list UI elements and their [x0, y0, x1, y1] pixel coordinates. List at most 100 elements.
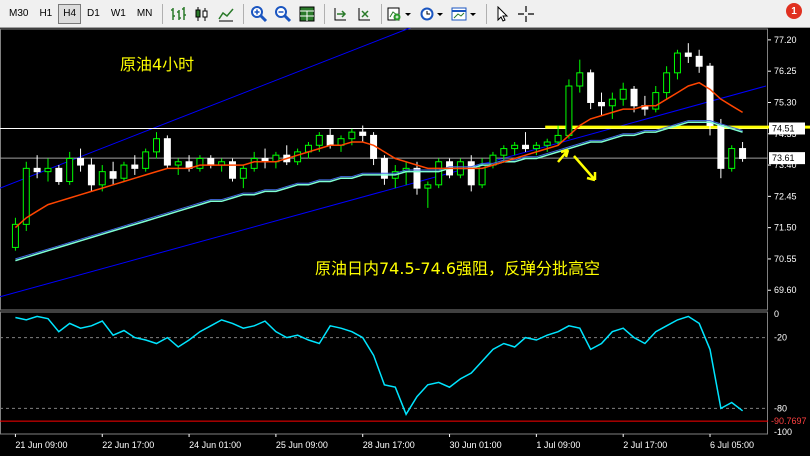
y-tick-label: 77.20 [774, 35, 797, 45]
oscillator-tick-label: -80 [774, 403, 787, 413]
candle-body [207, 157, 215, 166]
candle-body [619, 88, 627, 100]
toolbar: M30 H1 H4 D1 W1 MN 1 [0, 0, 810, 28]
candle-body [131, 164, 139, 169]
x-tick-label: 25 Jun 09:00 [276, 440, 328, 450]
candle-body [239, 167, 247, 179]
price-label: 74.51 [772, 123, 795, 133]
zoom-in-icon[interactable] [248, 3, 270, 25]
timeframe-w1[interactable]: W1 [106, 4, 131, 24]
y-tick-label: 69.60 [774, 285, 797, 295]
oscillator-tick-label: 0 [774, 309, 779, 319]
candle-body [554, 134, 562, 143]
arrow-down-icon [573, 155, 597, 182]
y-tick-label: 72.45 [774, 191, 797, 201]
candle-body [435, 161, 443, 186]
candle-body [511, 144, 519, 150]
cursor-icon[interactable] [491, 3, 513, 25]
candle-body [55, 167, 63, 183]
bar-chart-icon[interactable] [167, 3, 189, 25]
candle-body [706, 65, 714, 127]
candle-body [663, 72, 671, 94]
candle-body [684, 52, 692, 57]
candle-body [695, 55, 703, 67]
candle-body [543, 141, 551, 146]
candle-body [11, 223, 19, 248]
candle-body [576, 72, 584, 87]
candle-body [359, 131, 367, 136]
candle-body [522, 144, 529, 150]
candle-body [142, 151, 150, 169]
candle-body [532, 144, 540, 150]
candle-body [109, 171, 117, 179]
candle-body [673, 52, 681, 74]
autoscroll-icon[interactable] [353, 3, 375, 25]
candle-body [196, 157, 204, 169]
candle-body [467, 161, 475, 186]
chart-canvas: 77.2076.2575.3074.3573.4072.4571.5070.55… [0, 19, 810, 450]
oscillator-level-label: -90.7697 [771, 416, 807, 426]
zoom-out-icon[interactable] [272, 3, 294, 25]
candle-body [153, 138, 160, 153]
ma-slow-line [15, 121, 743, 262]
candle-body [424, 184, 432, 189]
y-tick-label: 71.50 [774, 223, 797, 233]
toolbar-separator [162, 3, 164, 24]
candlestick-icon[interactable] [191, 3, 213, 25]
candle-body [174, 161, 182, 166]
toolbar-separator [486, 3, 488, 24]
candle-body [33, 167, 41, 173]
timeframe-h4[interactable]: H4 [58, 3, 82, 24]
x-tick-label: 22 Jun 17:00 [102, 440, 154, 450]
candle-body [630, 88, 638, 107]
crosshair-icon[interactable] [515, 3, 537, 25]
candle-body [294, 151, 302, 163]
timeframe-h1[interactable]: H1 [34, 4, 57, 24]
periods-icon[interactable] [418, 3, 448, 25]
candle-body [44, 167, 52, 173]
candle-body [229, 161, 236, 179]
candle-body [500, 148, 508, 156]
timeframe-d1[interactable]: D1 [82, 4, 105, 24]
toolbar-separator [381, 3, 383, 24]
candle-body [652, 92, 660, 110]
notification-badge[interactable]: 1 [786, 3, 802, 19]
candle-body [717, 125, 725, 169]
x-tick-label: 2 Jul 17:00 [623, 440, 667, 450]
chart-window: 77.2076.2575.3074.3573.4072.4571.5070.55… [0, 19, 810, 456]
x-tick-label: 1 Jul 09:00 [536, 440, 580, 450]
tile-windows-icon[interactable] [296, 3, 318, 25]
candle-body [587, 72, 595, 103]
x-tick-label: 28 Jun 17:00 [363, 440, 415, 450]
timeframe-mn[interactable]: MN [132, 4, 158, 24]
candle-body [315, 134, 323, 146]
candle-body [739, 148, 747, 159]
timeframe-group: M30 H1 H4 D1 W1 MN [4, 3, 158, 24]
candle-body [87, 164, 95, 186]
indicators-icon[interactable] [386, 3, 416, 25]
candle-body [163, 138, 171, 166]
chart-annotation: 原油日内74.5-74.6强阻，反弹分批高空 [315, 259, 600, 278]
x-tick-label: 21 Jun 09:00 [15, 440, 67, 450]
candle-body [120, 164, 128, 179]
toolbar-separator [243, 3, 245, 24]
toolbar-separator [324, 3, 326, 24]
timeframe-m30[interactable]: M30 [4, 4, 33, 24]
candle-body [66, 157, 74, 183]
x-tick-label: 6 Jul 05:00 [710, 440, 754, 450]
price-label: 73.61 [772, 153, 795, 163]
candle-body [250, 157, 258, 169]
oscillator-line [15, 315, 744, 416]
line-chart-icon[interactable] [215, 3, 237, 25]
templates-icon[interactable] [450, 3, 480, 25]
candle-body [98, 171, 106, 186]
y-tick-label: 70.55 [774, 254, 797, 264]
y-tick-label: 75.30 [774, 97, 797, 107]
candle-body [77, 157, 85, 166]
candle-body [608, 98, 616, 107]
candle-body [565, 85, 573, 136]
candle-body [326, 134, 334, 146]
chart-shift-icon[interactable] [329, 3, 351, 25]
candle-body [598, 101, 605, 107]
candle-body [348, 131, 356, 140]
